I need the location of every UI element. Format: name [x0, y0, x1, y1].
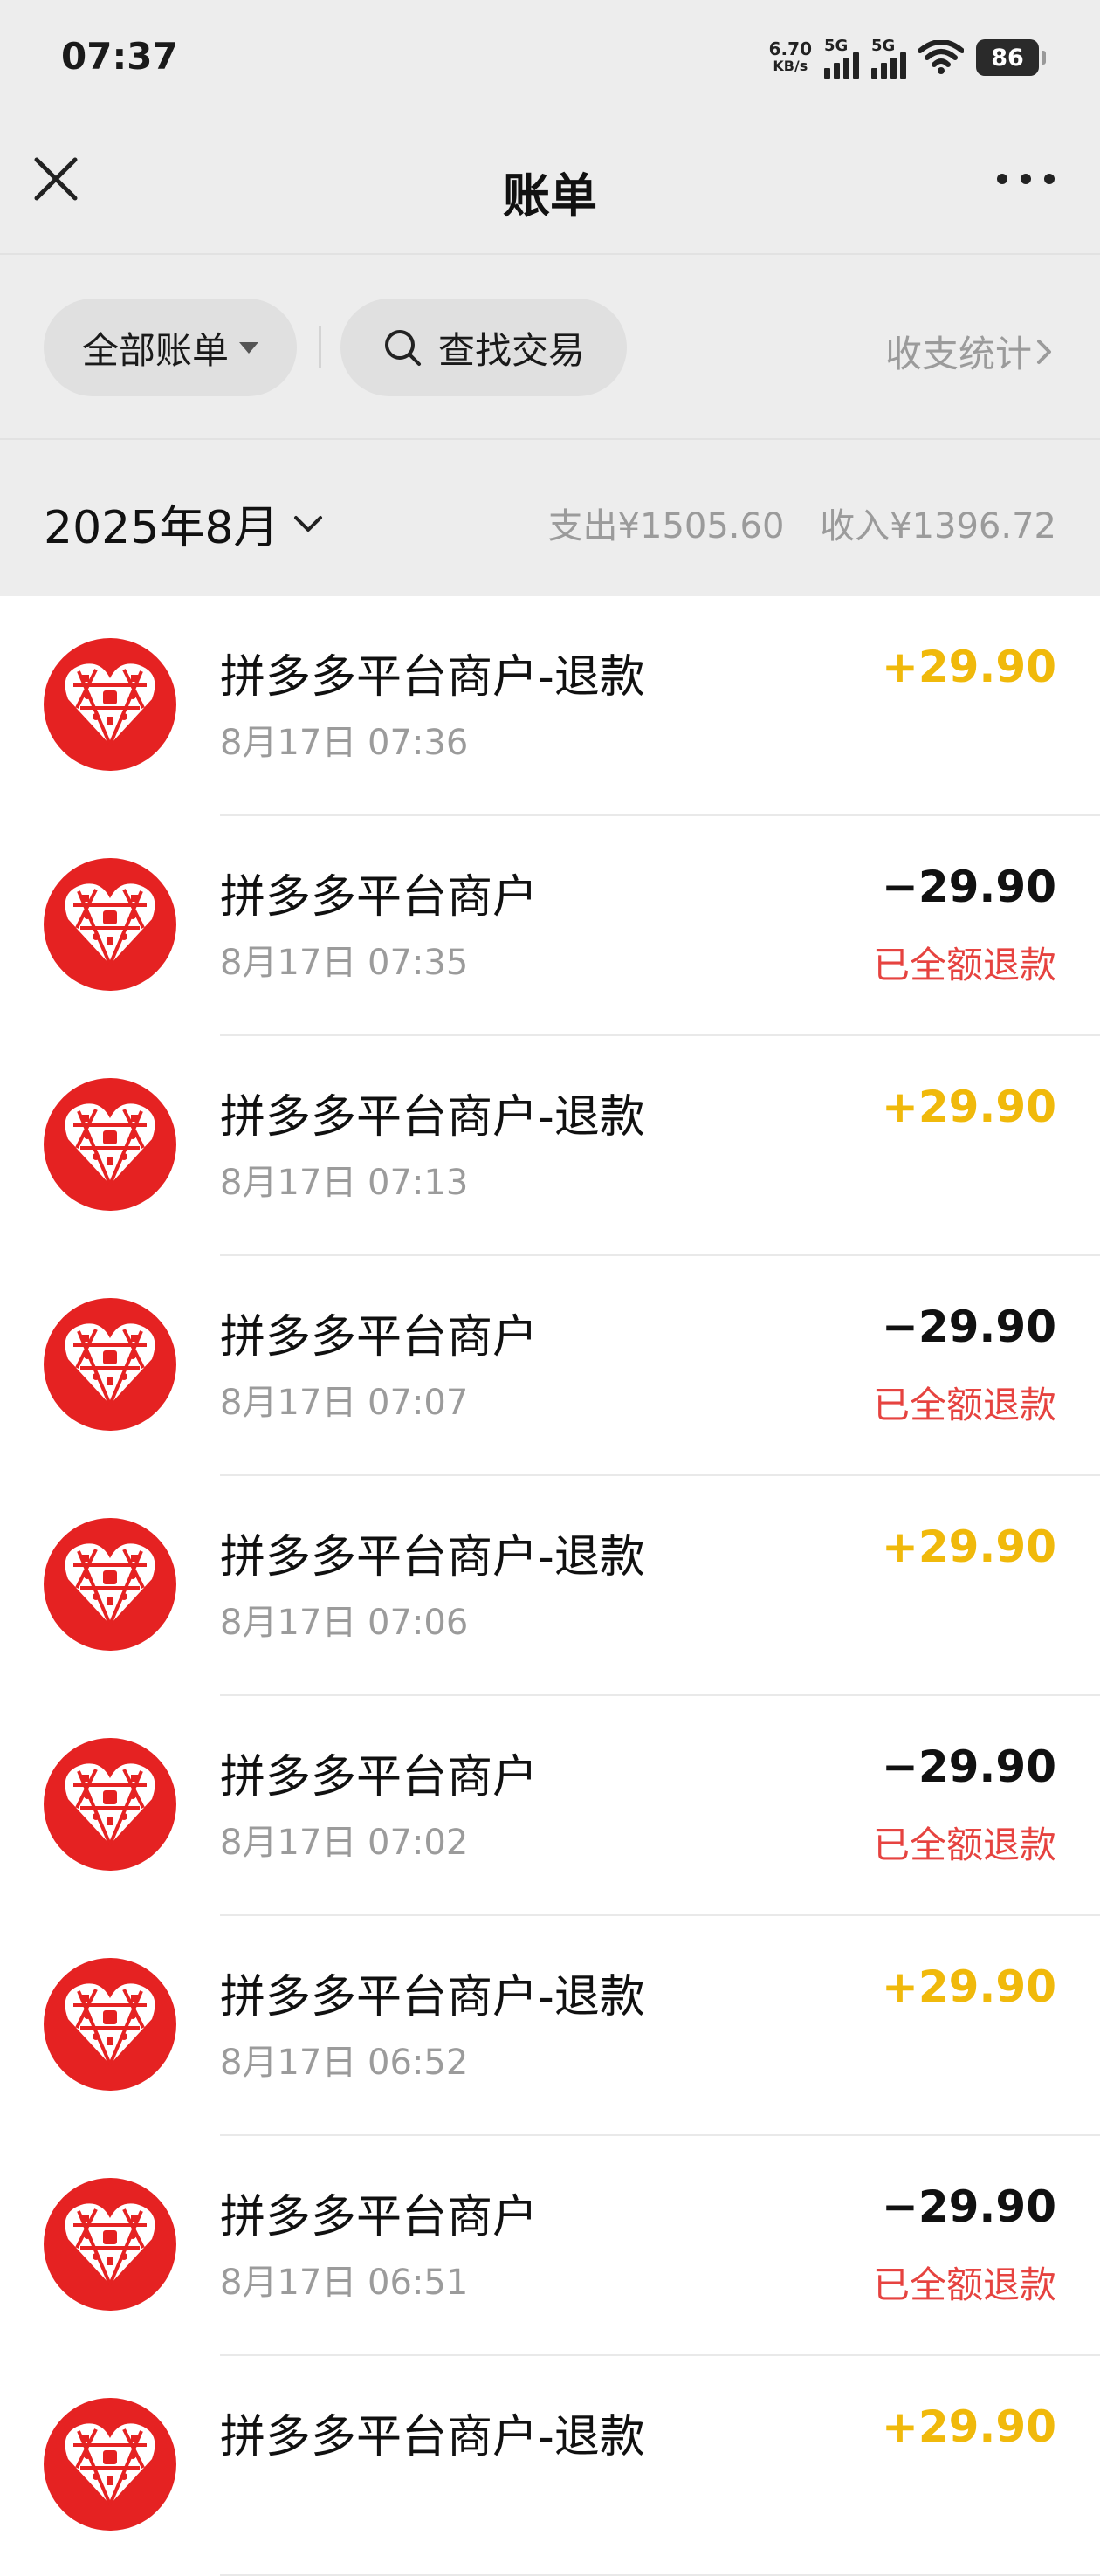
transaction-time: 8月17日 07:06 [220, 1603, 469, 1643]
network-speed: 6.70 KB/s [769, 40, 812, 75]
more-icon [997, 174, 1055, 184]
refund-status: 已全额退款 [872, 2263, 1056, 2306]
transaction-amount: +29.90 [881, 1082, 1056, 1132]
transaction-time: 8月17日 07:13 [220, 1163, 469, 1203]
transaction-time: 8月17日 06:52 [220, 2043, 469, 2083]
transaction-row[interactable]: 拼多多平台商户-退款 8月17日 07:13 +29.90 [0, 1036, 1100, 1256]
income-total: 收入¥1396.72 [820, 506, 1056, 546]
transaction-amount: +29.90 [881, 2401, 1056, 2452]
status-icons: 6.70 KB/s 5G 5G 86 [769, 33, 1046, 82]
pinduoduo-logo-icon [44, 1738, 176, 1871]
status-time: 07:37 [61, 35, 178, 78]
pinduoduo-logo-icon [44, 858, 176, 991]
transaction-row[interactable]: 拼多多平台商户 8月17日 06:51 −29.90 已全额退款 [0, 2136, 1100, 2356]
page-title: 账单 [503, 168, 597, 223]
chevron-down-icon [294, 515, 323, 532]
nav-bar: 账单 [0, 113, 1100, 253]
signal-icon: 5G [871, 37, 906, 79]
refund-status: 已全额退款 [872, 1384, 1056, 1426]
more-button[interactable] [987, 153, 1065, 205]
pinduoduo-logo-icon [44, 2398, 176, 2531]
stats-label: 收支统计 [884, 333, 1032, 375]
month-bar: 2025年8月 支出¥1505.60 收入¥1396.72 [0, 440, 1100, 596]
transaction-amount: +29.90 [881, 1522, 1056, 1572]
merchant-name: 拼多多平台商户 [220, 1751, 539, 1803]
income-expense-stats-link[interactable]: 收支统计 [885, 325, 1056, 378]
transaction-time: 8月17日 06:51 [220, 2263, 469, 2303]
transaction-amount: +29.90 [881, 642, 1056, 692]
transaction-list: 拼多多平台商户-退款 8月17日 07:36 +29.90 拼多多平台商户 8月… [0, 596, 1100, 2576]
merchant-name: 拼多多平台商户-退款 [220, 1971, 645, 2023]
transaction-row[interactable]: 拼多多平台商户-退款 8月17日 06:52 +29.90 [0, 1916, 1100, 2136]
search-label: 查找交易 [437, 328, 585, 372]
pinduoduo-logo-icon [44, 1958, 176, 2091]
search-transactions-button[interactable]: 查找交易 [340, 299, 627, 396]
all-bills-label: 全部账单 [81, 328, 229, 372]
month-label: 2025年8月 [44, 502, 279, 554]
sim2-label: 5G [871, 37, 896, 55]
transaction-amount: −29.90 [881, 2181, 1056, 2232]
battery-icon: 86 [976, 39, 1046, 76]
transaction-time: 8月17日 07:07 [220, 1383, 469, 1423]
transaction-row[interactable]: 拼多多平台商户 8月17日 07:35 −29.90 已全额退款 [0, 816, 1100, 1036]
filter-bar: 全部账单 查找交易 收支统计 [0, 255, 1100, 438]
transaction-row[interactable]: 拼多多平台商户-退款 8月17日 07:36 +29.90 [0, 596, 1100, 816]
merchant-name: 拼多多平台商户-退款 [220, 651, 645, 704]
merchant-name: 拼多多平台商户 [220, 1311, 539, 1364]
pinduoduo-logo-icon [44, 638, 176, 771]
merchant-name: 拼多多平台商户-退款 [220, 2411, 645, 2463]
pinduoduo-logo-icon [44, 1518, 176, 1651]
month-selector[interactable]: 2025年8月 [44, 491, 326, 556]
expense-total: 支出¥1505.60 [547, 506, 785, 546]
transaction-row[interactable]: 拼多多平台商户 8月17日 07:02 −29.90 已全额退款 [0, 1696, 1100, 1916]
signal-icon: 5G [824, 37, 859, 79]
pinduoduo-logo-icon [44, 1298, 176, 1431]
transaction-time: 8月17日 07:02 [220, 1823, 469, 1863]
pinduoduo-logo-icon [44, 1078, 176, 1211]
transaction-time: 8月17日 07:36 [220, 723, 469, 763]
battery-level: 86 [991, 44, 1024, 72]
status-bar: 07:37 6.70 KB/s 5G 5G 86 [0, 0, 1100, 113]
transaction-amount: −29.90 [881, 862, 1056, 912]
search-icon [384, 330, 421, 366]
pinduoduo-logo-icon [44, 2178, 176, 2311]
transaction-row[interactable]: 拼多多平台商户-退款 8月17日 07:06 +29.90 [0, 1476, 1100, 1696]
network-speed-value: 6.70 [768, 38, 812, 59]
chevron-right-icon [1037, 339, 1051, 364]
transaction-amount: −29.90 [881, 1741, 1056, 1792]
transaction-row[interactable]: 拼多多平台商户-退款 +29.90 [0, 2356, 1100, 2576]
merchant-name: 拼多多平台商户 [220, 871, 539, 924]
transaction-amount: −29.90 [881, 1302, 1056, 1352]
transaction-time: 8月17日 07:35 [220, 943, 469, 983]
sim1-label: 5G [824, 37, 849, 55]
merchant-name: 拼多多平台商户-退款 [220, 1091, 645, 1144]
transaction-amount: +29.90 [881, 1961, 1056, 2012]
merchant-name: 拼多多平台商户 [220, 2191, 539, 2243]
month-summary: 支出¥1505.60 收入¥1396.72 [524, 498, 1056, 548]
transaction-row[interactable]: 拼多多平台商户 8月17日 07:07 −29.90 已全额退款 [0, 1256, 1100, 1476]
network-speed-unit: KB/s [773, 58, 808, 74]
wifi-icon [918, 40, 964, 74]
header-area: 07:37 6.70 KB/s 5G 5G 86 账单 全部账单 查找交易 收支… [0, 0, 1100, 596]
caret-down-icon [239, 341, 258, 354]
merchant-name: 拼多多平台商户-退款 [220, 1531, 645, 1583]
refund-status: 已全额退款 [872, 1824, 1056, 1866]
all-bills-dropdown[interactable]: 全部账单 [44, 299, 297, 396]
refund-status: 已全额退款 [872, 944, 1056, 986]
divider [319, 326, 321, 368]
